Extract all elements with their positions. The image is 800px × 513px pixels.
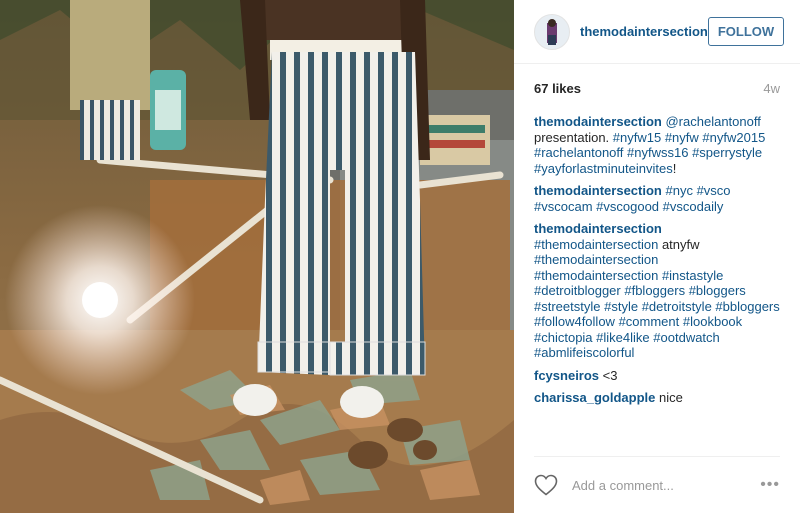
post-info-panel: themodaintersection FOLLOW 67 likes 4w t… — [514, 0, 800, 513]
heart-outline-icon[interactable] — [534, 474, 558, 496]
hashtag-link[interactable]: #bloggers — [689, 283, 746, 298]
hashtag-link[interactable]: #ootdwatch — [653, 330, 720, 345]
username-link[interactable]: themodaintersection — [580, 24, 708, 39]
hashtag-link[interactable]: #lookbook — [683, 314, 742, 329]
follow-button[interactable]: FOLLOW — [707, 17, 785, 46]
hashtag-link[interactable]: #nyfw15 — [613, 130, 661, 145]
hashtag-link[interactable]: #comment — [619, 314, 680, 329]
hashtag-link[interactable]: #rachelantonoff — [534, 145, 623, 160]
comment-item: fcysneiros <3 — [534, 368, 780, 384]
hashtag-link[interactable]: #bbloggers — [715, 299, 779, 314]
hashtag-link[interactable]: #nyc — [665, 183, 692, 198]
comment-text: ! — [672, 160, 677, 176]
comment-author[interactable]: themodaintersection — [534, 221, 662, 236]
hashtag-link[interactable]: #like4like — [596, 330, 649, 345]
hashtag-link[interactable]: #nyfw — [665, 130, 699, 145]
more-options-icon[interactable]: ••• — [760, 476, 780, 494]
post-header: themodaintersection FOLLOW — [514, 0, 800, 64]
comment-text: nice — [659, 390, 683, 405]
hashtag-link[interactable]: #vscocam — [534, 199, 593, 214]
comment-item: themodaintersection #themodaintersection… — [534, 221, 780, 361]
avatar-image — [535, 14, 569, 49]
hashtag-link[interactable]: #chictopia — [534, 330, 593, 345]
hashtag-link[interactable]: #fbloggers — [624, 283, 685, 298]
hashtag-link[interactable]: #style — [604, 299, 638, 314]
hashtag-link[interactable]: #vsco — [697, 183, 731, 198]
hashtag-link[interactable]: #detroitstyle — [642, 299, 712, 314]
hashtag-link[interactable]: #nyfw2015 — [702, 130, 765, 145]
comment-text: atnyfw — [661, 236, 700, 252]
hashtag-link[interactable]: #streetstyle — [534, 299, 600, 314]
add-comment-input[interactable] — [570, 476, 761, 494]
hashtag-link[interactable]: #themodaintersection — [534, 268, 658, 283]
comment-author[interactable]: charissa_goldapple — [534, 390, 655, 405]
comment-bar: ••• — [534, 456, 780, 513]
comment-text: <3 — [602, 367, 618, 383]
comment-author[interactable]: fcysneiros — [534, 368, 599, 383]
photo-illustration — [0, 0, 514, 513]
hashtag-link[interactable]: #themodaintersection — [534, 252, 658, 267]
hashtag-link[interactable]: #nyfwss16 — [627, 145, 688, 160]
hashtag-link[interactable]: #sperrystyle — [692, 145, 762, 160]
comment-item: themodaintersection @rachelantonoff pres… — [534, 114, 780, 176]
comment-list: themodaintersection @rachelantonoff pres… — [514, 114, 800, 406]
hashtag-link[interactable]: #detroitblogger — [534, 283, 621, 298]
post-age[interactable]: 4w — [763, 81, 780, 96]
comment-item: charissa_goldapple nice — [534, 390, 780, 406]
post-meta: 67 likes 4w — [514, 64, 800, 114]
comment-author[interactable]: themodaintersection — [534, 183, 662, 198]
comment-author[interactable]: themodaintersection — [534, 114, 662, 129]
comment-item: themodaintersection #nyc #vsco #vscocam … — [534, 183, 780, 214]
hashtag-link[interactable]: #vscodaily — [663, 199, 724, 214]
likes-count[interactable]: 67 likes — [534, 81, 581, 96]
hashtag-link[interactable]: #instastyle — [662, 268, 723, 283]
hashtag-link[interactable]: #abmlifeiscolorful — [534, 345, 634, 360]
avatar[interactable] — [534, 13, 570, 50]
comment-text: presentation. — [534, 129, 613, 145]
mention-link[interactable]: @rachelantonoff — [665, 114, 760, 129]
hashtag-link[interactable]: #yayforlastminuteinvites — [534, 161, 673, 176]
post-photo[interactable] — [0, 0, 514, 513]
post-container: themodaintersection FOLLOW 67 likes 4w t… — [0, 0, 800, 513]
hashtag-link[interactable]: #vscogood — [596, 199, 659, 214]
hashtag-link[interactable]: #follow4follow — [534, 314, 615, 329]
hashtag-link[interactable]: #themodaintersection — [534, 237, 658, 252]
